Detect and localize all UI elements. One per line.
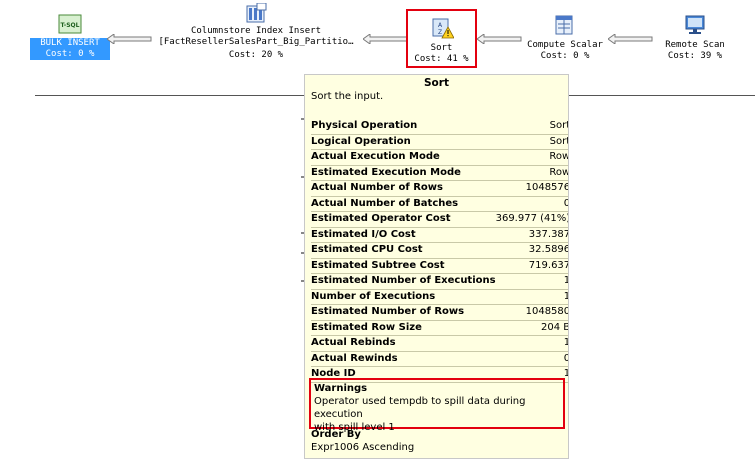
- property-value: 1048580: [495, 304, 568, 321]
- property-value: Row: [495, 165, 568, 181]
- plan-node-bulk-insert[interactable]: T-SQL BULK INSERT Cost: 0 %: [30, 14, 110, 60]
- plan-node-sort[interactable]: A Z Sort Cost: 41 %: [408, 17, 475, 65]
- tooltip-property-row: Estimated Number of Rows 1048580: [311, 304, 568, 321]
- property-value: 32.5896: [495, 242, 568, 259]
- tooltip-property-row: Number of Executions1: [311, 289, 568, 305]
- tsql-icon: T-SQL: [58, 14, 82, 34]
- tooltip-property-row: Estimated Subtree Cost 719.637: [311, 258, 568, 274]
- tooltip-property-row: Actual Rewinds0: [311, 351, 568, 367]
- tooltip-property-row: Actual Rebinds1: [311, 335, 568, 352]
- columnstore-icon: [246, 3, 267, 23]
- tooltip-property-row: Actual Number of Rows 1048576: [311, 180, 568, 197]
- property-name: Actual Rebinds: [311, 335, 496, 352]
- property-value: Row: [495, 149, 568, 166]
- node-title-sort: Sort: [430, 43, 453, 53]
- warnings-section: Warnings Operator used tempdb to spill d…: [309, 378, 565, 433]
- node-title-columnstore: Columnstore Index Insert: [190, 26, 322, 36]
- property-name: Estimated Operator Cost: [311, 211, 496, 228]
- property-value: 1048576: [495, 180, 568, 197]
- flow-arrow: [608, 34, 653, 44]
- tooltip-property-row: Logical Operation Sort: [311, 134, 568, 150]
- property-name: Estimated Row Size: [311, 320, 496, 336]
- warnings-heading: Warnings: [314, 383, 368, 394]
- node-title-remote-scan: Remote Scan: [665, 40, 725, 50]
- warnings-text-line1: Operator used tempdb to spill data durin…: [314, 396, 526, 420]
- node-title-bulk-insert: BULK INSERT: [30, 38, 110, 49]
- property-name: Physical Operation: [311, 119, 496, 135]
- property-name: Estimated CPU Cost: [311, 242, 496, 259]
- property-value: 337.387: [495, 227, 568, 243]
- property-name: Actual Number of Batches: [311, 196, 496, 212]
- plan-node-columnstore-index-insert[interactable]: Columnstore Index Insert [FactResellerSa…: [146, 3, 366, 61]
- node-cost-columnstore: Cost: 20 %: [228, 50, 284, 60]
- property-name: Number of Executions: [311, 289, 496, 305]
- tooltip-property-row: Estimated CPU Cost 32.5896: [311, 242, 568, 259]
- plan-node-remote-scan[interactable]: Remote Scan Cost: 39 %: [655, 14, 735, 62]
- node-cost-remote-scan: Cost: 39 %: [667, 51, 723, 61]
- property-name: Estimated Execution Mode: [311, 165, 496, 181]
- node-subtitle-columnstore: [FactResellerSalesPart_Big_Partitio…: [158, 37, 354, 47]
- flow-arrow: [477, 34, 522, 44]
- property-value: 1: [495, 335, 568, 352]
- property-name: Estimated Subtree Cost: [311, 258, 496, 274]
- compute-scalar-icon: [555, 15, 573, 35]
- property-name: Actual Number of Rows: [311, 180, 496, 197]
- operator-tooltip: Sort Sort the input. Physical Operation S…: [304, 74, 569, 459]
- remote-scan-icon: [685, 15, 705, 34]
- tooltip-property-row: Estimated Row Size 204 B: [311, 320, 568, 336]
- property-value: 0: [495, 351, 568, 367]
- property-name: Logical Operation: [311, 134, 496, 150]
- tooltip-property-row: Estimated I/O Cost 337.387: [311, 227, 568, 243]
- tooltip-property-row: Estimated Number of Executions1: [311, 273, 568, 290]
- tooltip-property-row: Estimated Execution Mode Row: [311, 165, 568, 181]
- tooltip-property-row: Actual Execution Mode Row: [311, 149, 568, 166]
- property-value: 1: [495, 289, 568, 305]
- tooltip-properties-table: Physical Operation Sort Logical Operation S…: [311, 119, 568, 383]
- property-value: 204 B: [495, 320, 568, 336]
- property-name: Actual Rewinds: [311, 351, 496, 367]
- plan-node-compute-scalar[interactable]: Compute Scalar Cost: 0 %: [520, 14, 610, 62]
- order-by-heading: Order By: [311, 429, 361, 440]
- property-name: Estimated I/O Cost: [311, 227, 496, 243]
- sort-warning-icon: A Z: [432, 18, 454, 39]
- property-name: Estimated Number of Executions: [311, 273, 496, 290]
- svg-text:T-SQL: T-SQL: [61, 22, 80, 29]
- node-title-compute-scalar: Compute Scalar: [527, 40, 603, 50]
- node-cost-compute-scalar: Cost: 0 %: [540, 51, 590, 61]
- tooltip-property-row: Estimated Operator Cost 369.977 (41%): [311, 211, 568, 228]
- svg-text:Z: Z: [437, 29, 441, 36]
- tooltip-description: Sort the input.: [311, 91, 384, 102]
- order-by-section: Order By Expr1006 Ascending: [311, 428, 414, 454]
- flow-arrow: [363, 34, 408, 44]
- property-name: Estimated Number of Rows: [311, 304, 496, 321]
- order-by-value: Expr1006 Ascending: [311, 442, 415, 453]
- property-value: 719.637: [495, 258, 568, 274]
- property-value: 1: [495, 273, 568, 290]
- node-cost-sort: Cost: 41 %: [414, 54, 469, 64]
- node-cost-bulk-insert: Cost: 0 %: [30, 49, 110, 60]
- tooltip-property-row: Physical Operation Sort: [311, 119, 568, 135]
- property-value: Sort: [495, 134, 568, 150]
- tooltip-property-row: Actual Number of Batches0: [311, 196, 568, 212]
- tooltip-title: Sort: [424, 77, 449, 89]
- property-name: Actual Execution Mode: [311, 149, 496, 166]
- property-value: 0: [495, 196, 568, 212]
- property-value: 369.977 (41%): [495, 211, 568, 228]
- property-value: Sort: [495, 119, 568, 135]
